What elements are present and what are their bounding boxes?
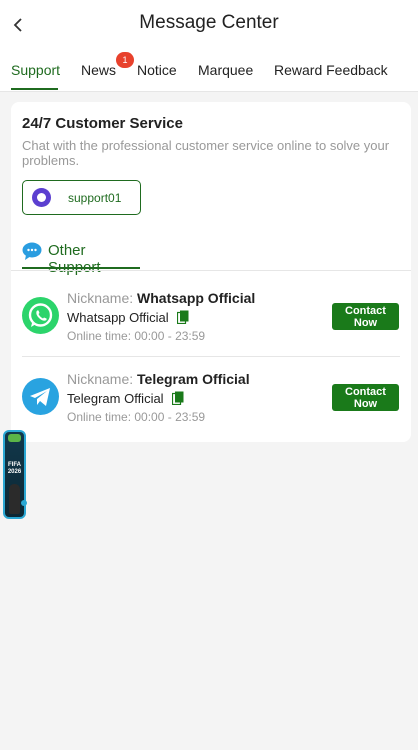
- divider: [22, 356, 400, 357]
- contact-row-telegram: Nickname: Telegram Official Telegram Off…: [22, 363, 400, 443]
- tab-notice[interactable]: Notice: [137, 62, 177, 78]
- account-row: Whatsapp Official: [67, 310, 189, 325]
- nickname-prefix: Nickname:: [67, 371, 134, 387]
- active-tab-indicator: [11, 88, 58, 90]
- copy-icon[interactable]: [172, 391, 184, 405]
- online-time-label: Online time:: [67, 329, 132, 343]
- copy-icon[interactable]: [177, 310, 189, 324]
- page-title: Message Center: [139, 12, 279, 33]
- customer-service-description: Chat with the professional customer serv…: [22, 138, 390, 168]
- nickname-row: Nickname: Whatsapp Official: [67, 290, 255, 306]
- account-name: Whatsapp Official: [67, 310, 169, 325]
- online-time: 00:00 - 23:59: [134, 410, 206, 424]
- online-time-label: Online time:: [67, 410, 132, 424]
- player-image: [9, 484, 20, 514]
- news-badge: 1: [116, 52, 134, 68]
- promo-handle[interactable]: [21, 500, 27, 506]
- customer-service-title: 24/7 Customer Service: [22, 115, 183, 132]
- tab-marquee[interactable]: Marquee: [198, 62, 253, 78]
- contact-now-button[interactable]: Contact Now: [332, 303, 399, 330]
- headset-icon: [32, 188, 51, 207]
- account-name: Telegram Official: [67, 391, 164, 406]
- nickname-row: Nickname: Telegram Official: [67, 371, 250, 387]
- tab-bar: Support News Notice Marquee Reward Feedb…: [0, 50, 418, 92]
- tab-support[interactable]: Support: [11, 62, 60, 78]
- other-support-underline: [22, 267, 140, 269]
- online-time: 00:00 - 23:59: [134, 329, 206, 343]
- telegram-icon: [22, 378, 59, 415]
- promo-badge: [8, 434, 21, 442]
- contact-row-whatsapp: Nickname: Whatsapp Official Whatsapp Off…: [22, 282, 400, 362]
- other-support-tab[interactable]: Other Support: [22, 238, 140, 276]
- promo-text: FIFA 2026: [7, 462, 22, 475]
- nickname: Whatsapp Official: [137, 290, 256, 306]
- tab-reward-feedback[interactable]: Reward Feedback: [274, 62, 388, 78]
- chat-bubble-icon: [22, 242, 42, 260]
- contact-now-button[interactable]: Contact Now: [332, 384, 399, 411]
- nickname-prefix: Nickname:: [67, 290, 134, 306]
- support-card: 24/7 Customer Service Chat with the prof…: [11, 102, 411, 442]
- whatsapp-icon: [22, 297, 59, 334]
- header: Message Center: [0, 0, 418, 50]
- tab-news[interactable]: News: [81, 62, 116, 78]
- support01-button[interactable]: support01: [22, 180, 141, 215]
- online-time-row: Online time: 00:00 - 23:59: [67, 329, 205, 343]
- divider: [11, 270, 411, 271]
- nickname: Telegram Official: [137, 371, 250, 387]
- online-time-row: Online time: 00:00 - 23:59: [67, 410, 205, 424]
- support01-label: support01: [68, 191, 122, 205]
- account-row: Telegram Official: [67, 391, 184, 406]
